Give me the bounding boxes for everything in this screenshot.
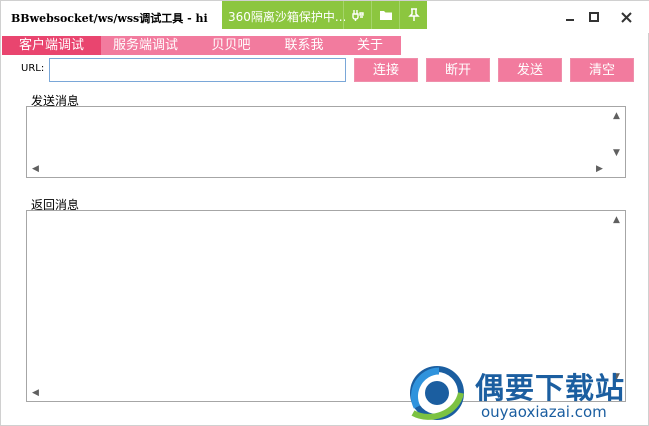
- menu-bar: 客户端调试 服务端调试 贝贝吧 联系我 关于: [2, 36, 401, 55]
- scroll-left-icon[interactable]: ◀: [27, 160, 44, 177]
- folder-icon[interactable]: [371, 1, 399, 29]
- watermark: 偶要下载站 ouyaoxiazai.com: [403, 363, 648, 425]
- send-horizontal-scrollbar[interactable]: ◀ ▶: [27, 160, 608, 177]
- clear-button[interactable]: 清空: [570, 58, 634, 82]
- tab-client-debug[interactable]: 客户端调试: [2, 36, 101, 55]
- receive-vertical-scrollbar[interactable]: ▲ ▼: [608, 211, 625, 385]
- title-bar[interactable]: BBwebsocket/ws/wss调试工具 - hi 360隔离沙箱保护中..…: [1, 1, 649, 33]
- scroll-down-icon[interactable]: ▼: [608, 144, 625, 161]
- window-title: BBwebsocket/ws/wss调试工具 - hi: [11, 12, 208, 25]
- url-label: URL:: [21, 63, 45, 74]
- close-icon[interactable]: [612, 7, 640, 27]
- send-vertical-scrollbar[interactable]: ▲ ▼: [608, 107, 625, 161]
- tab-server-debug[interactable]: 服务端调试: [102, 36, 189, 55]
- watermark-domain: ouyaoxiazai.com: [481, 403, 607, 421]
- disconnect-button[interactable]: 断开: [426, 58, 490, 82]
- scroll-right-icon[interactable]: ▶: [591, 160, 608, 177]
- pin-icon[interactable]: [399, 1, 427, 29]
- scroll-up-icon[interactable]: ▲: [608, 211, 625, 228]
- sandbox-banner[interactable]: 360隔离沙箱保护中...: [222, 1, 427, 29]
- tab-contact[interactable]: 联系我: [272, 36, 336, 55]
- tab-about[interactable]: 关于: [345, 36, 395, 55]
- sandbox-text: 360隔离沙箱保护中...: [228, 10, 347, 24]
- scroll-up-icon[interactable]: ▲: [608, 107, 625, 124]
- watermark-logo-icon: [410, 366, 464, 420]
- watermark-name: 偶要下载站: [475, 371, 626, 405]
- sandbox-plug-icon[interactable]: [343, 1, 371, 29]
- send-message-textarea[interactable]: ▲ ▼ ◀ ▶: [26, 106, 626, 178]
- url-input[interactable]: [49, 58, 346, 82]
- send-button[interactable]: 发送: [498, 58, 562, 82]
- app-window: BBwebsocket/ws/wss调试工具 - hi 360隔离沙箱保护中..…: [0, 0, 649, 426]
- connect-button[interactable]: 连接: [354, 58, 418, 82]
- maximize-icon[interactable]: [580, 7, 608, 27]
- tab-beibeiba[interactable]: 贝贝吧: [197, 36, 265, 55]
- scroll-left-icon[interactable]: ◀: [27, 384, 44, 401]
